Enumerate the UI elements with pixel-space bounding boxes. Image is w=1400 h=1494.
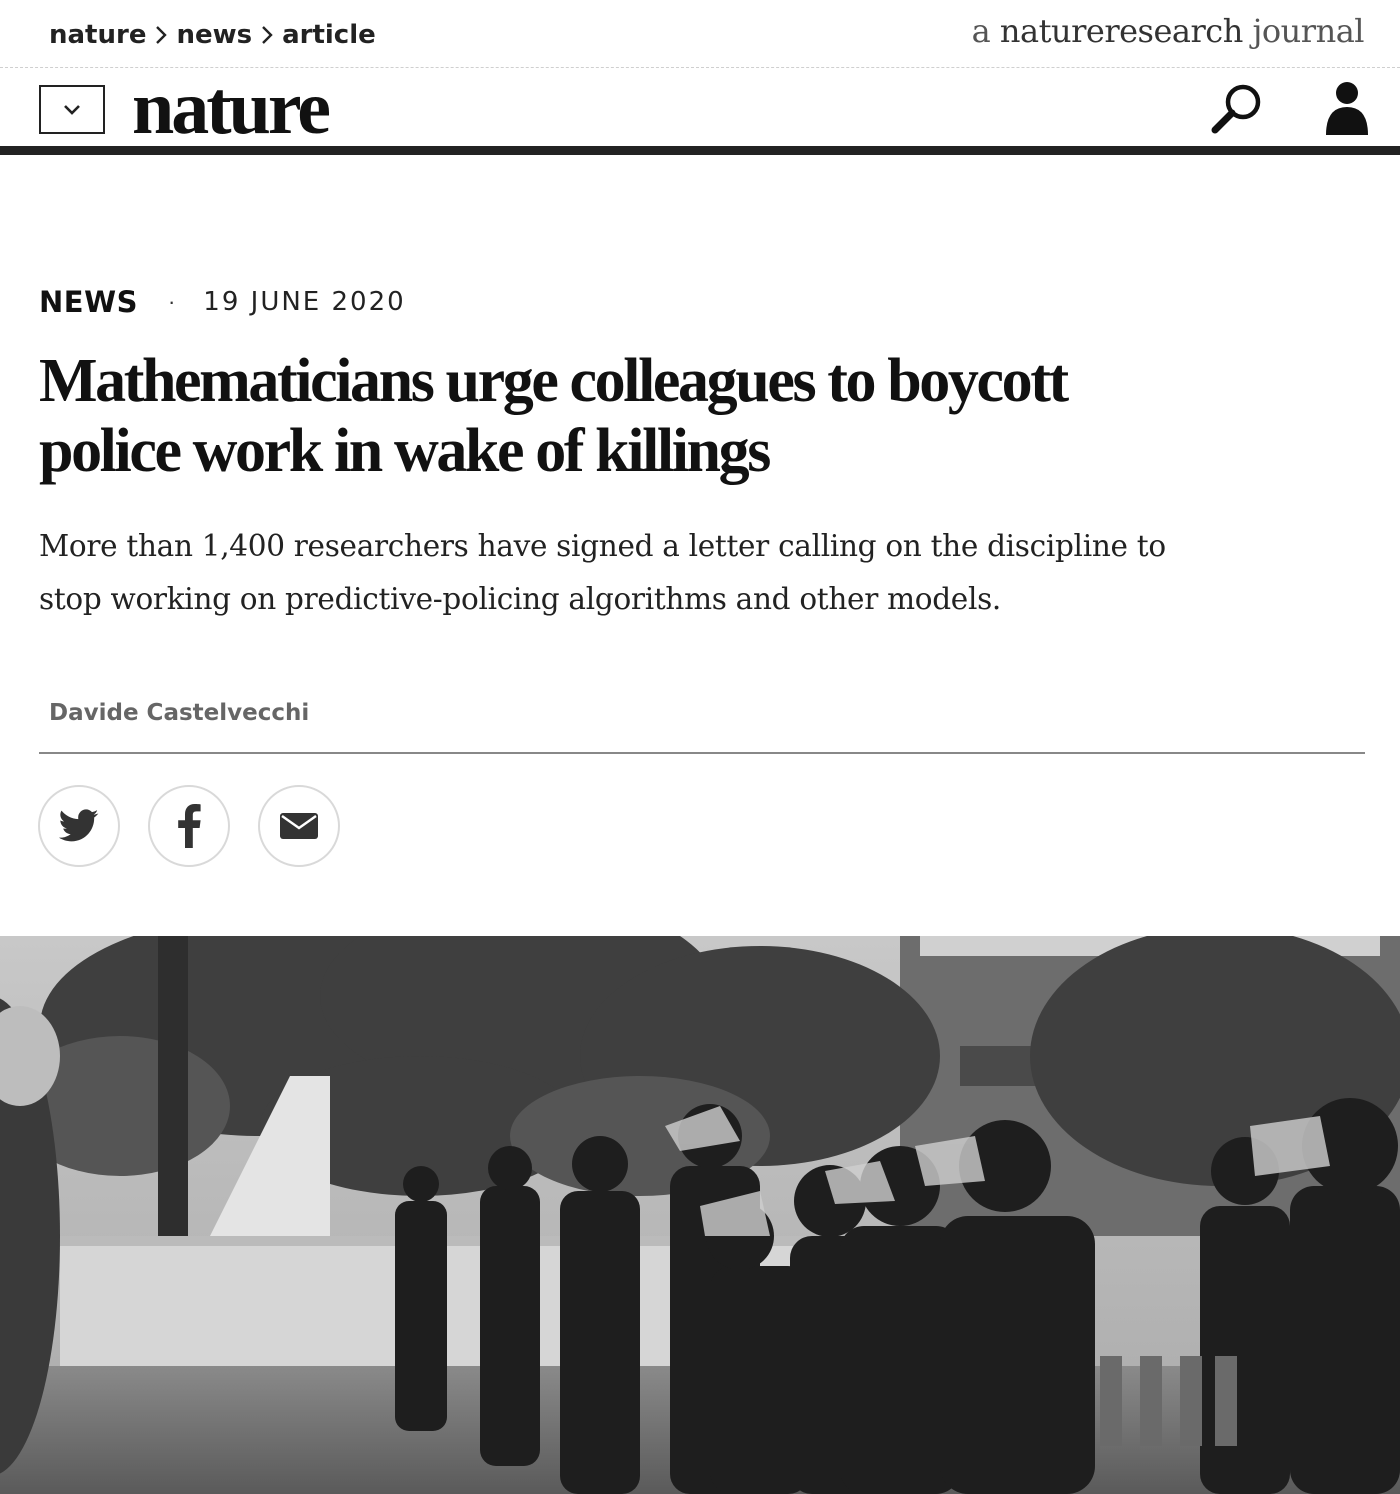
article-headline: Mathematicians urge colleagues to boycot…	[39, 347, 1069, 485]
masthead-divider	[0, 146, 1400, 155]
breadcrumb-article[interactable]: article	[282, 20, 376, 50]
breadcrumb-news[interactable]: news	[176, 20, 252, 50]
article-meta: NEWS · 19 JUNE 2020	[39, 282, 406, 322]
chevron-right-icon	[146, 18, 176, 52]
tagline-suffix: journal	[1252, 12, 1364, 50]
breadcrumb: nature news article	[49, 18, 376, 52]
tagline-prefix: a	[971, 12, 991, 50]
top-bar: nature news article a natureresearch jou…	[0, 0, 1400, 68]
author-link[interactable]: Davide Castelvecchi	[49, 700, 309, 726]
nature-logo[interactable]: nature	[132, 63, 331, 153]
share-email-button[interactable]	[258, 785, 340, 867]
article-type[interactable]: NEWS	[39, 285, 138, 319]
email-icon	[280, 813, 318, 839]
share-twitter-button[interactable]	[38, 785, 120, 867]
breadcrumb-nature[interactable]: nature	[49, 20, 146, 50]
chevron-right-icon	[252, 18, 282, 52]
twitter-icon	[59, 809, 99, 842]
chevron-down-icon	[64, 104, 80, 115]
hero-image	[0, 936, 1400, 1494]
search-button[interactable]	[1208, 81, 1266, 137]
publisher-tagline[interactable]: a natureresearch journal	[971, 12, 1365, 50]
account-button[interactable]	[1322, 79, 1372, 137]
author-divider	[39, 752, 1365, 754]
masthead: nature	[0, 66, 1400, 150]
article-standfirst: More than 1,400 researchers have signed …	[39, 529, 1166, 616]
search-icon	[1211, 84, 1261, 134]
facebook-icon	[178, 804, 201, 848]
publish-date: 19 JUNE 2020	[203, 287, 406, 317]
menu-button[interactable]	[39, 85, 105, 134]
tagline-brand: natureresearch	[999, 12, 1243, 50]
share-facebook-button[interactable]	[148, 785, 230, 867]
meta-separator: ·	[167, 289, 176, 314]
hero-photo	[0, 936, 1400, 1494]
user-icon	[1326, 82, 1368, 135]
